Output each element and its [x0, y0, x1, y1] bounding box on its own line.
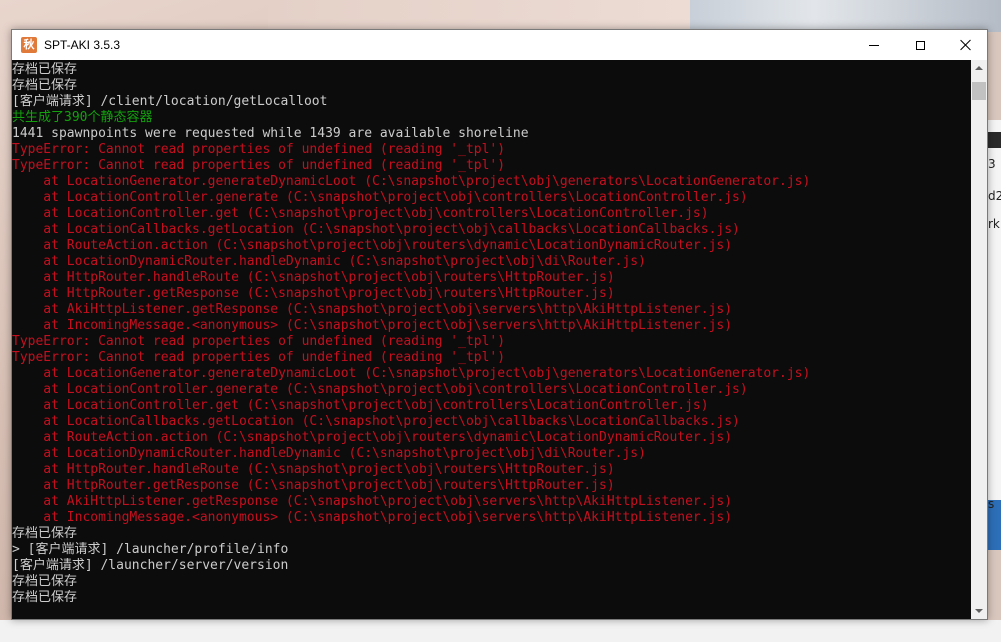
console-line: 存档已保存 [12, 590, 78, 605]
console-lines: 存档已保存 存档已保存 [客户端请求] /client/location/getLo… [12, 62, 971, 606]
maximize-button[interactable] [897, 30, 943, 60]
console-line: at IncomingMessage.<anonymous> (C:\snaps… [12, 510, 733, 525]
background-window-text: rk [988, 217, 1000, 231]
console-line: at IncomingMessage.<anonymous> (C:\snaps… [12, 318, 733, 333]
chevron-up-icon [975, 66, 983, 70]
console-line: at LocationDynamicRouter.handleDynamic (… [12, 254, 646, 269]
console-line: at LocationDynamicRouter.handleDynamic (… [12, 446, 646, 461]
close-button[interactable] [943, 30, 989, 60]
scroll-down-button[interactable] [971, 603, 987, 619]
console-line: at LocationGenerator.generateDynamicLoot… [12, 366, 811, 381]
console-line: [客户端请求] /launcher/server/version [12, 558, 289, 573]
console-line: 1441 spawnpoints were requested while 14… [12, 126, 529, 141]
console-output[interactable]: 存档已保存 存档已保存 [客户端请求] /client/location/getLo… [12, 60, 971, 619]
console-line: 存档已保存 [12, 526, 78, 541]
console-line: 存档已保存 [12, 78, 78, 93]
background-window-dark-strip [986, 132, 1001, 148]
console-line: at HttpRouter.getResponse (C:\snapshot\p… [12, 478, 615, 493]
console-line: > [客户端请求] /launcher/profile/info [12, 542, 289, 557]
desktop-wallpaper-top-right [690, 0, 1001, 32]
scroll-up-button[interactable] [971, 60, 987, 76]
background-window-bottom [0, 620, 1001, 642]
console-line: at LocationController.generate (C:\snaps… [12, 382, 748, 397]
console-window[interactable]: 秋 SPT-AKI 3.5.3 存档已保存 存档已保存 [客户端请求] /clien… [11, 29, 988, 620]
console-line: TypeError: Cannot read properties of und… [12, 334, 506, 349]
console-line: 存档已保存 [12, 574, 78, 589]
vertical-scrollbar[interactable] [971, 60, 987, 619]
console-line: at RouteAction.action (C:\snapshot\proje… [12, 430, 733, 445]
background-window-text: d2 [988, 189, 1001, 203]
console-line: at RouteAction.action (C:\snapshot\proje… [12, 238, 733, 253]
title-bar[interactable]: 秋 SPT-AKI 3.5.3 [12, 30, 987, 60]
console-line: at LocationController.generate (C:\snaps… [12, 190, 748, 205]
console-line: at HttpRouter.handleRoute (C:\snapshot\p… [12, 270, 615, 285]
app-icon[interactable]: 秋 [21, 37, 37, 53]
minimize-icon [869, 44, 879, 46]
minimize-button[interactable] [851, 30, 897, 60]
console-line: at LocationController.get (C:\snapshot\p… [12, 206, 709, 221]
console-line: 存档已保存 [12, 62, 78, 77]
maximize-icon [915, 40, 925, 50]
console-line: [客户端请求] /client/location/getLocalloot [12, 94, 328, 109]
console-line: at HttpRouter.getResponse (C:\snapshot\p… [12, 286, 615, 301]
desktop-wallpaper-top [268, 0, 690, 32]
scroll-thumb[interactable] [972, 82, 986, 100]
console-line: at AkiHttpListener.getResponse (C:\snaps… [12, 302, 733, 317]
close-icon [960, 39, 972, 51]
console-line: at LocationCallbacks.getLocation (C:\sna… [12, 414, 740, 429]
console-line: at LocationGenerator.generateDynamicLoot… [12, 174, 811, 189]
console-line: at AkiHttpListener.getResponse (C:\snaps… [12, 494, 733, 509]
chevron-down-icon [975, 609, 983, 613]
console-line: TypeError: Cannot read properties of und… [12, 142, 506, 157]
console-line: at HttpRouter.handleRoute (C:\snapshot\p… [12, 462, 615, 477]
console-line: at LocationCallbacks.getLocation (C:\sna… [12, 222, 740, 237]
window-title: SPT-AKI 3.5.3 [44, 38, 121, 52]
console-line: TypeError: Cannot read properties of und… [12, 350, 506, 365]
background-window-text: s [988, 497, 995, 511]
console-line: TypeError: Cannot read properties of und… [12, 158, 506, 173]
console-line: 共生成了390个静态容器 [12, 110, 153, 125]
console-line: at LocationController.get (C:\snapshot\p… [12, 398, 709, 413]
background-window-text: 3 [988, 157, 996, 171]
